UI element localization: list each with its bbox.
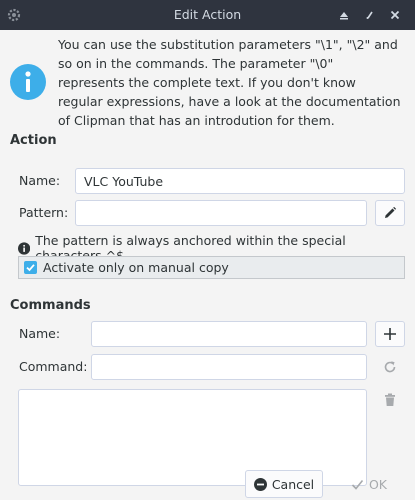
cancel-button[interactable]: Cancel: [245, 470, 323, 498]
manual-copy-checkbox[interactable]: [24, 261, 37, 274]
cancel-icon: [253, 477, 267, 491]
add-command-button[interactable]: [375, 321, 405, 347]
minimize-icon[interactable]: [362, 7, 378, 23]
ok-button[interactable]: OK: [333, 470, 405, 498]
info-text: You can use the substitution parameters …: [58, 37, 401, 128]
manual-copy-checkbox-row[interactable]: Activate only on manual copy: [18, 256, 405, 279]
shade-icon[interactable]: [336, 7, 352, 23]
name-label: Name:: [19, 173, 61, 188]
pencil-icon: [385, 206, 397, 218]
edit-action-dialog: Edit Action You can use the substitution…: [0, 0, 415, 500]
info-icon: [10, 64, 46, 100]
info-small-icon: [18, 241, 31, 255]
titlebar: Edit Action: [0, 0, 415, 30]
command-input[interactable]: [91, 354, 367, 380]
checkmark-icon: [26, 264, 35, 272]
manual-copy-label: Activate only on manual copy: [43, 260, 229, 275]
cancel-label: Cancel: [271, 476, 315, 492]
dialog-content: You can use the substitution parameters …: [0, 30, 415, 500]
window-title: Edit Action: [173, 7, 242, 22]
action-name-input[interactable]: [75, 168, 405, 194]
close-icon[interactable]: [387, 7, 403, 23]
commands-heading: Commands: [10, 298, 91, 313]
pattern-input[interactable]: [75, 200, 367, 226]
refresh-icon[interactable]: [382, 359, 398, 375]
command-name-label: Name:: [19, 326, 61, 341]
checkmark-ok-icon: [351, 479, 364, 490]
ok-label: OK: [368, 476, 388, 492]
pattern-label: Pattern:: [19, 205, 69, 220]
trash-icon[interactable]: [382, 392, 398, 408]
edit-pattern-button[interactable]: [375, 200, 405, 226]
action-heading: Action: [10, 133, 57, 148]
command-name-input[interactable]: [91, 321, 367, 347]
command-label: Command:: [19, 359, 88, 374]
plus-icon: [384, 328, 396, 340]
